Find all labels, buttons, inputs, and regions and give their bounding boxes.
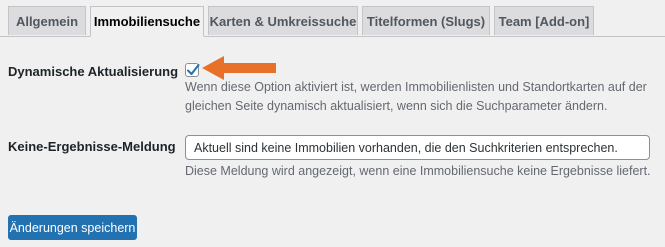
checkmark-icon [187, 64, 200, 75]
tab-karten-umkreissuche[interactable]: Karten & Umkreissuche [208, 6, 358, 35]
dynamic-update-checkbox[interactable] [185, 63, 200, 77]
no-results-description: Diese Meldung wird angezeigt, wenn eine … [185, 164, 651, 178]
description-line: Wenn diese Option aktiviert ist, werden … [185, 80, 647, 94]
save-changes-button[interactable]: Änderungen speichern [8, 215, 137, 240]
no-results-label: Keine-Ergebnisse-Meldung [8, 139, 176, 154]
tab-team-addon[interactable]: Team [Add-on] [494, 6, 594, 35]
dynamic-update-description: Wenn diese Option aktiviert ist, werden … [185, 78, 647, 116]
tab-label: Titelformen (Slugs) [366, 13, 486, 29]
no-results-message-input[interactable]: Aktuell sind keine Immobilien vorhanden,… [185, 135, 650, 160]
save-button-label: Änderungen speichern [9, 220, 136, 235]
tab-titelformen[interactable]: Titelformen (Slugs) [362, 6, 490, 35]
tab-bar: Allgemein Immobiliensuche Karten & Umkre… [0, 0, 665, 37]
tab-label: Immobiliensuche [93, 14, 201, 29]
input-value: Aktuell sind keine Immobilien vorhanden,… [194, 140, 618, 155]
tab-label: Karten & Umkreissuche [209, 13, 357, 29]
tab-label: Team [Add-on] [498, 13, 590, 29]
tab-label: Allgemein [15, 13, 79, 29]
settings-page: Allgemein Immobiliensuche Karten & Umkre… [0, 0, 665, 247]
tab-immobiliensuche[interactable]: Immobiliensuche [90, 6, 204, 37]
description-line: gleichen Seite dynamisch aktualisiert, w… [185, 99, 608, 113]
dynamic-update-label: Dynamische Aktualisierung [8, 64, 179, 79]
tab-allgemein[interactable]: Allgemein [8, 6, 86, 35]
